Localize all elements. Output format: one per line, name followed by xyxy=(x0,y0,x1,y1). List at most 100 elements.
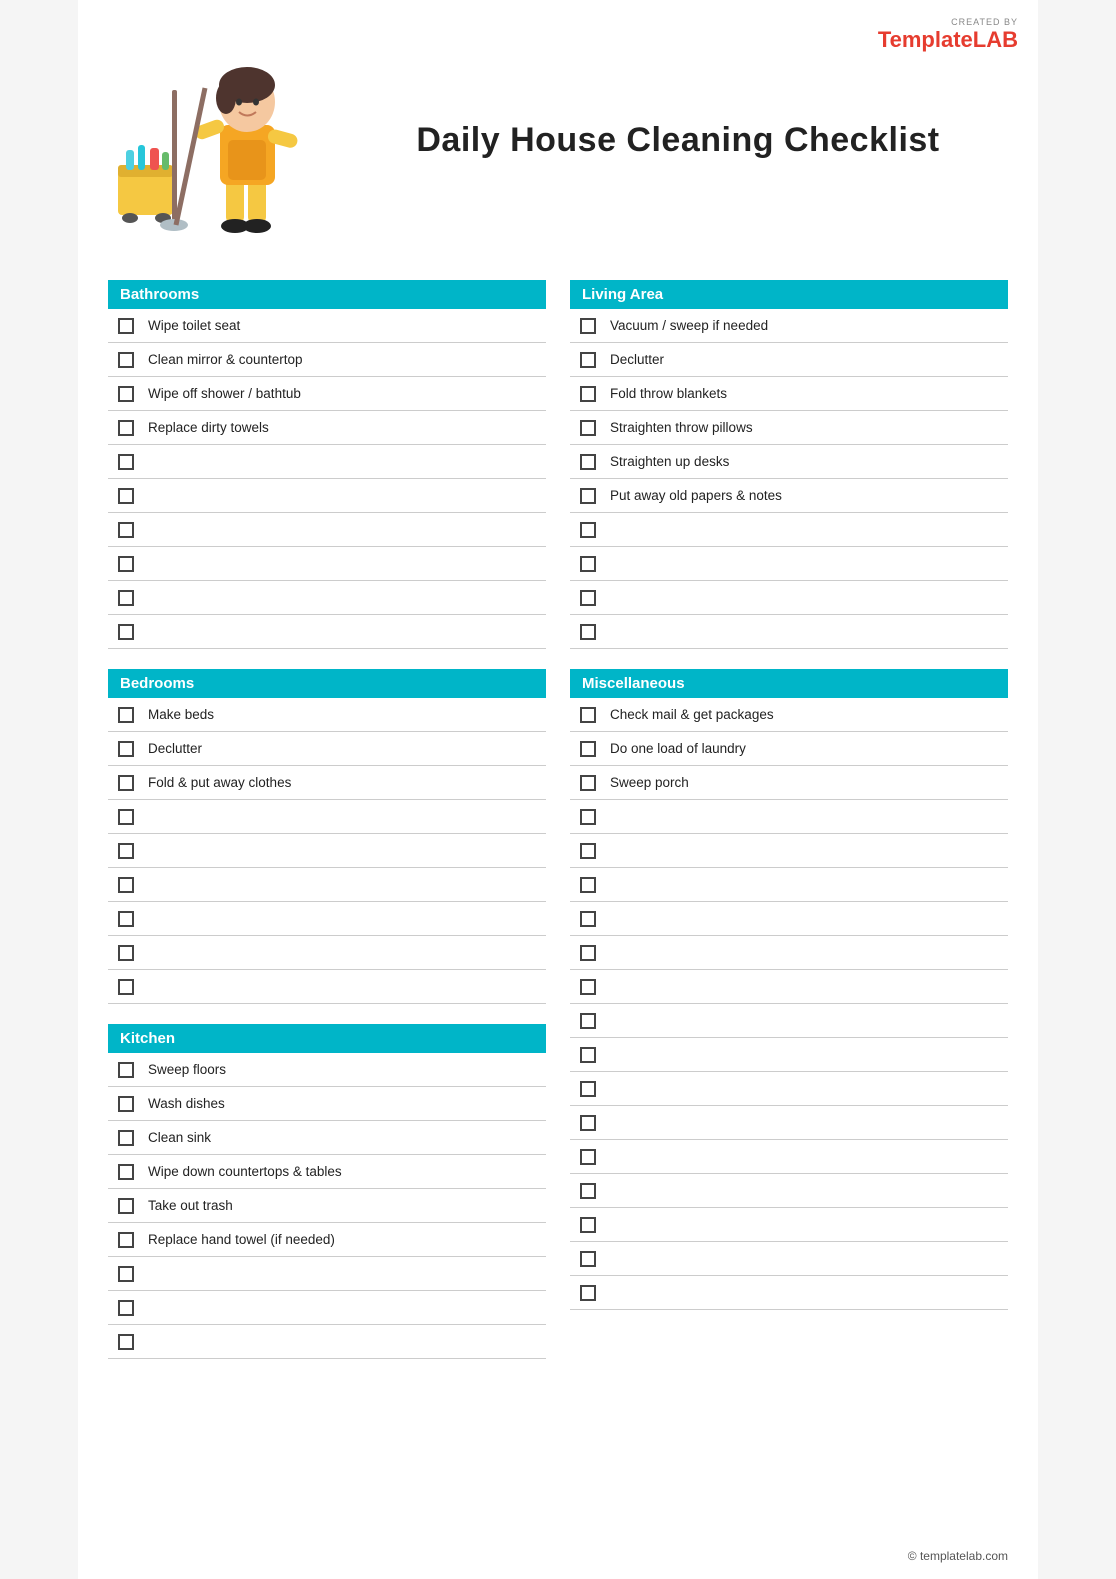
checkbox[interactable] xyxy=(580,1285,596,1301)
item-text: Fold & put away clothes xyxy=(148,775,291,790)
list-item xyxy=(108,902,546,936)
item-text: Replace hand towel (if needed) xyxy=(148,1232,335,1247)
item-text: Do one load of laundry xyxy=(610,741,746,756)
checkbox[interactable] xyxy=(580,877,596,893)
list-item: Check mail & get packages xyxy=(570,698,1008,732)
checkbox[interactable] xyxy=(580,1047,596,1063)
list-item xyxy=(570,547,1008,581)
list-item: Declutter xyxy=(570,343,1008,377)
checkbox[interactable] xyxy=(118,843,134,859)
checkbox[interactable] xyxy=(580,1081,596,1097)
section-kitchen: Kitchen Sweep floors Wash dishes Clean s… xyxy=(108,1024,546,1359)
list-item xyxy=(570,834,1008,868)
checkbox[interactable] xyxy=(580,1183,596,1199)
checkbox[interactable] xyxy=(580,1251,596,1267)
checkbox[interactable] xyxy=(580,945,596,961)
section-miscellaneous: Miscellaneous Check mail & get packages … xyxy=(570,669,1008,1310)
checkbox[interactable] xyxy=(118,911,134,927)
checkbox[interactable] xyxy=(118,1130,134,1146)
checkbox[interactable] xyxy=(580,1149,596,1165)
list-item: Sweep porch xyxy=(570,766,1008,800)
checkbox[interactable] xyxy=(580,420,596,436)
checkbox[interactable] xyxy=(118,624,134,640)
list-item xyxy=(570,581,1008,615)
section-bedrooms: Bedrooms Make beds Declutter Fold & put … xyxy=(108,669,546,1004)
checkbox[interactable] xyxy=(118,420,134,436)
checkbox[interactable] xyxy=(118,945,134,961)
checkbox[interactable] xyxy=(118,775,134,791)
illustration-svg xyxy=(108,30,338,240)
list-item xyxy=(570,902,1008,936)
checkbox[interactable] xyxy=(118,318,134,334)
checkbox[interactable] xyxy=(580,352,596,368)
checkbox[interactable] xyxy=(580,741,596,757)
checkbox[interactable] xyxy=(580,488,596,504)
checkbox[interactable] xyxy=(580,522,596,538)
list-item xyxy=(570,800,1008,834)
checkbox[interactable] xyxy=(118,1334,134,1350)
checkbox[interactable] xyxy=(580,624,596,640)
item-text: Vacuum / sweep if needed xyxy=(610,318,768,333)
checkbox[interactable] xyxy=(118,352,134,368)
checkbox[interactable] xyxy=(118,707,134,723)
checkbox[interactable] xyxy=(118,488,134,504)
section-header-kitchen: Kitchen xyxy=(108,1024,546,1053)
list-item xyxy=(108,615,546,649)
checkbox[interactable] xyxy=(580,843,596,859)
checkbox[interactable] xyxy=(118,556,134,572)
checkbox[interactable] xyxy=(580,318,596,334)
checkbox[interactable] xyxy=(118,522,134,538)
checkbox[interactable] xyxy=(580,386,596,402)
brand-part2: LAB xyxy=(973,27,1018,52)
checkbox[interactable] xyxy=(580,775,596,791)
checkbox[interactable] xyxy=(118,809,134,825)
checkbox[interactable] xyxy=(118,1164,134,1180)
checkbox[interactable] xyxy=(118,1062,134,1078)
list-item xyxy=(570,1276,1008,1310)
item-text: Put away old papers & notes xyxy=(610,488,782,503)
logo: CREATED BY TemplateLAB xyxy=(878,18,1018,52)
checkbox[interactable] xyxy=(580,556,596,572)
checkbox[interactable] xyxy=(580,979,596,995)
list-item: Fold & put away clothes xyxy=(108,766,546,800)
header-illustration xyxy=(108,30,348,250)
checkbox[interactable] xyxy=(580,1115,596,1131)
list-item: Straighten throw pillows xyxy=(570,411,1008,445)
checkbox[interactable] xyxy=(580,1217,596,1233)
checkbox[interactable] xyxy=(118,1232,134,1248)
list-item: Clean sink xyxy=(108,1121,546,1155)
checkbox[interactable] xyxy=(118,590,134,606)
checkbox[interactable] xyxy=(580,911,596,927)
list-item: Clean mirror & countertop xyxy=(108,343,546,377)
right-column: Living Area Vacuum / sweep if needed Dec… xyxy=(570,280,1008,1359)
checkbox[interactable] xyxy=(118,741,134,757)
item-text: Straighten throw pillows xyxy=(610,420,753,435)
list-item: Wipe down countertops & tables xyxy=(108,1155,546,1189)
checkbox[interactable] xyxy=(580,454,596,470)
item-text: Declutter xyxy=(148,741,202,756)
checkbox[interactable] xyxy=(580,809,596,825)
checklist-grid: Bathrooms Wipe toilet seat Clean mirror … xyxy=(108,280,1008,1359)
brand-part1: Template xyxy=(878,27,973,52)
list-item xyxy=(570,1072,1008,1106)
checkbox[interactable] xyxy=(580,707,596,723)
checkbox[interactable] xyxy=(580,1013,596,1029)
checkbox[interactable] xyxy=(118,454,134,470)
item-text: Declutter xyxy=(610,352,664,367)
checkbox[interactable] xyxy=(118,1266,134,1282)
checkbox[interactable] xyxy=(118,979,134,995)
checkbox[interactable] xyxy=(118,1198,134,1214)
checkbox[interactable] xyxy=(118,386,134,402)
list-item: Do one load of laundry xyxy=(570,732,1008,766)
list-item xyxy=(108,1291,546,1325)
item-text: Clean mirror & countertop xyxy=(148,352,303,367)
list-item xyxy=(570,1038,1008,1072)
list-item: Wash dishes xyxy=(108,1087,546,1121)
checkbox[interactable] xyxy=(580,590,596,606)
checkbox[interactable] xyxy=(118,1096,134,1112)
list-item xyxy=(108,868,546,902)
checkbox[interactable] xyxy=(118,1300,134,1316)
footer-text: © templatelab.com xyxy=(908,1549,1008,1563)
checkbox[interactable] xyxy=(118,877,134,893)
footer: © templatelab.com xyxy=(908,1549,1008,1563)
